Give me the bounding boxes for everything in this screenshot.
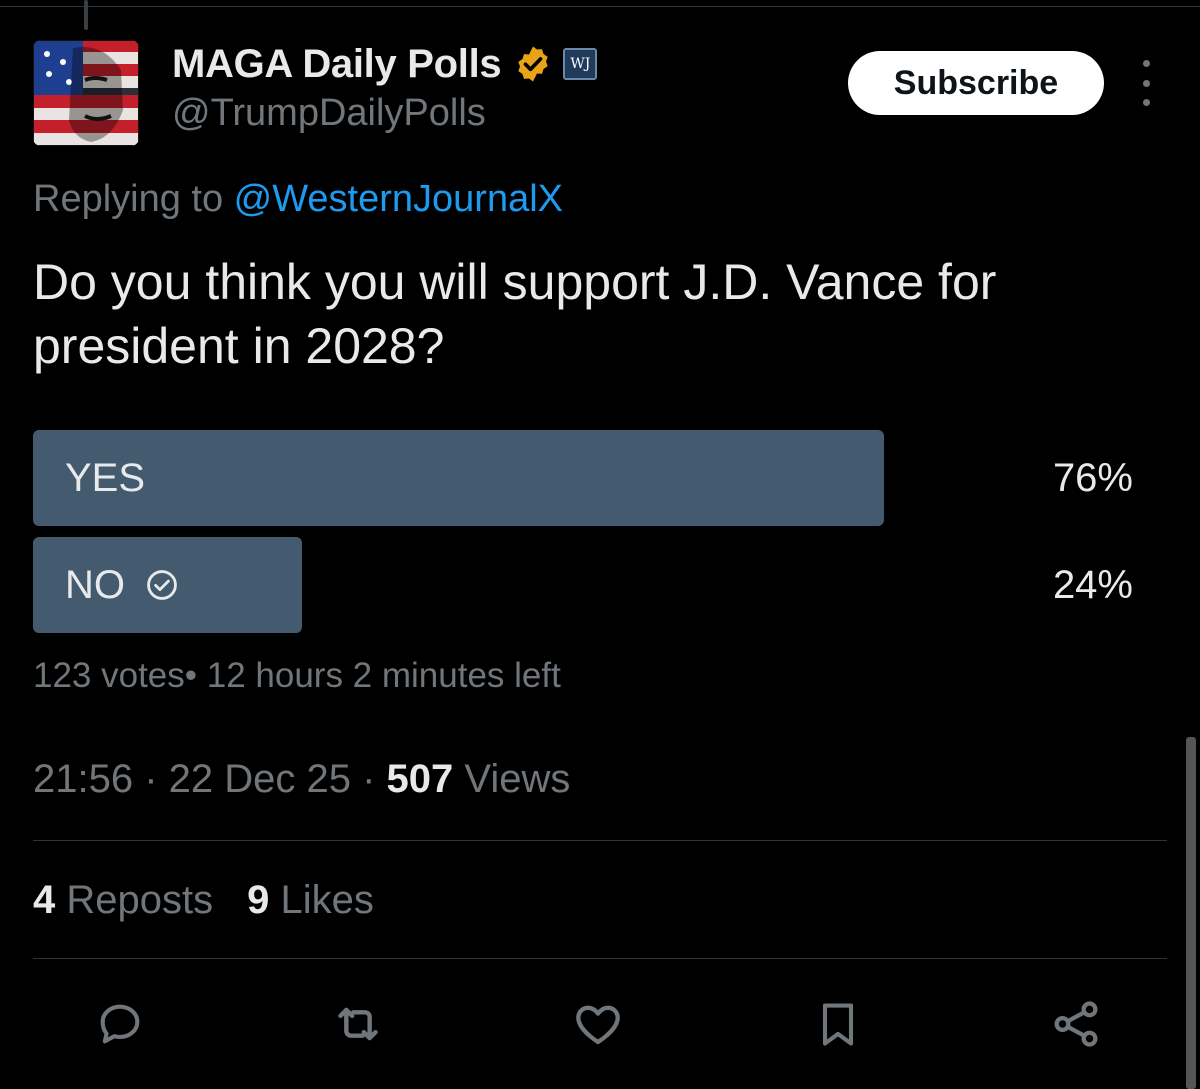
like-icon[interactable]: [570, 996, 626, 1052]
reposts-label: Reposts: [55, 878, 214, 922]
poll-option-percent: 24%: [1052, 562, 1133, 607]
tweet-date[interactable]: 22 Dec 25: [169, 757, 351, 801]
separator: ·: [133, 757, 169, 801]
scrollbar[interactable]: [1186, 737, 1196, 1089]
likes-stat[interactable]: 9 Likes: [247, 878, 374, 923]
avatar[interactable]: [33, 40, 139, 146]
thread-connector-line: [84, 0, 88, 30]
share-icon[interactable]: [1048, 996, 1104, 1052]
more-options-icon[interactable]: [1128, 60, 1164, 106]
poll-bar: [33, 430, 884, 526]
bookmark-icon[interactable]: [810, 996, 866, 1052]
author-display-name[interactable]: MAGA Daily Polls: [172, 42, 502, 87]
voted-check-icon: [145, 568, 179, 602]
poll-option-label: NO: [65, 562, 125, 607]
replying-to: Replying to @WesternJournalX: [33, 178, 563, 221]
reposts-count: 4: [33, 878, 56, 922]
reposts-stat[interactable]: 4 Reposts: [33, 878, 213, 923]
poll-option-yes: YES 76%: [33, 430, 1133, 526]
tweet-text: Do you think you will support J.D. Vance…: [33, 254, 997, 374]
replying-to-prefix: Replying to: [33, 178, 234, 220]
views-label: Views: [453, 757, 571, 801]
tweet-time[interactable]: 21:56: [33, 757, 133, 801]
reply-icon[interactable]: [92, 996, 148, 1052]
subscribe-button[interactable]: Subscribe: [848, 51, 1104, 115]
poll-meta: 123 votes• 12 hours 2 minutes left: [33, 656, 561, 695]
more-dot: [1142, 99, 1150, 106]
poll-option-no: NO 24%: [33, 537, 1133, 633]
poll-option-label: YES: [65, 455, 146, 500]
divider: [33, 958, 1167, 959]
timestamp-row: 21:56 · 22 Dec 25 · 507 Views: [33, 757, 570, 802]
likes-count: 9: [247, 878, 270, 922]
reply-mention-link[interactable]: @WesternJournalX: [234, 178, 563, 220]
author-handle[interactable]: @TrumpDailyPolls: [172, 92, 486, 135]
likes-label: Likes: [269, 878, 374, 922]
views-count: 507: [386, 757, 454, 801]
more-dot: [1142, 60, 1150, 67]
poll-option-percent: 76%: [1052, 455, 1133, 500]
flag-face-avatar-icon: [33, 40, 139, 146]
verified-badge-icon[interactable]: [513, 44, 553, 84]
affiliate-badge-icon[interactable]: WJ: [563, 48, 598, 80]
repost-icon[interactable]: [330, 996, 386, 1052]
more-dot: [1142, 79, 1150, 87]
author-name-row: MAGA Daily Polls WJ: [172, 38, 598, 90]
engagement-stats: 4 Reposts 9 Likes: [33, 878, 408, 923]
top-divider: [0, 6, 1200, 7]
divider: [33, 840, 1167, 841]
separator: ·: [351, 757, 387, 801]
